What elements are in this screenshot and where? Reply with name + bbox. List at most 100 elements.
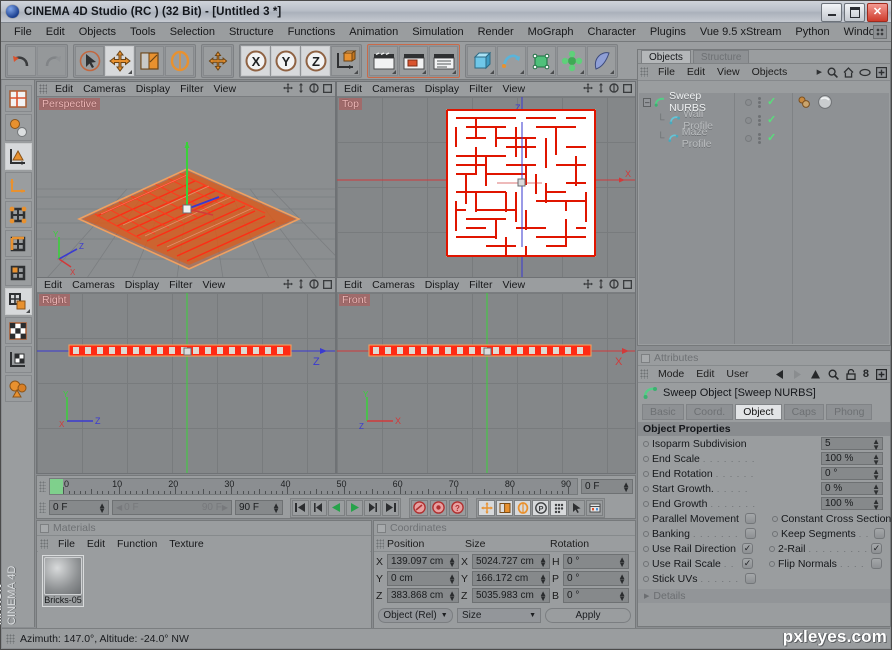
vp-menu-edit-front[interactable]: Edit [339,279,367,291]
rotation-field-p[interactable]: 0 ° ▲ ▼ [563,571,629,586]
vp-menu-edit-top[interactable]: Edit [339,83,367,95]
attr-tab-coord[interactable]: Coord. [685,404,734,420]
animate-toggle[interactable] [771,515,778,522]
vp-menu-view-right[interactable]: View [197,279,230,291]
menu-item-simulation[interactable]: Simulation [405,25,470,39]
world-axis-icon-left[interactable] [4,172,32,199]
vp-menu-edit-right[interactable]: Edit [39,279,67,291]
goto-end-button[interactable] [382,499,399,516]
materials-list[interactable]: Bricks-05 [38,551,370,628]
menu-item-character[interactable]: Character [581,25,643,39]
viewport-perspective[interactable]: Edit Cameras Display Filter View Perspec… [36,81,336,278]
current-frame-field[interactable]: 0 F ▲ ▼ [581,479,633,494]
materials-menu-texture[interactable]: Texture [163,538,209,550]
current-frame-marker[interactable] [50,479,63,494]
attr-tab-object[interactable]: Object [735,404,782,420]
autokey-icon[interactable] [411,499,428,516]
timeline-ruler[interactable]: 0 10 20 30 40 50 60 70 80 90 [49,478,578,495]
model-mode-icon[interactable] [4,85,32,112]
move-icon[interactable] [105,45,134,76]
materials-menu-file[interactable]: File [52,538,81,550]
up-arrow-icon[interactable] [810,369,821,380]
play-forward-button[interactable] [346,499,363,516]
attributes-tab[interactable]: Attributes [638,351,890,366]
rotate-icon[interactable] [165,45,194,76]
size-field-y[interactable]: 166.172 cm ▲ ▼ [472,571,550,586]
back-arrow-icon[interactable] [774,369,785,380]
animate-toggle[interactable] [643,455,649,462]
keyframe-selection-icon[interactable]: ? [449,499,466,516]
menu-item-plugins[interactable]: Plugins [643,25,693,39]
step-back-button[interactable] [310,499,327,516]
om-menu-file[interactable]: File [652,66,681,78]
vp-menu-view[interactable]: View [208,83,241,95]
render-settings-icon[interactable] [429,45,458,76]
animate-toggle[interactable] [643,515,649,522]
materials-menu-function[interactable]: Function [111,538,163,550]
undo-icon[interactable] [7,45,36,76]
enabled-check-icon[interactable]: ✓ [767,115,776,126]
animate-toggle[interactable] [643,440,649,447]
spline-icon[interactable] [497,45,526,76]
menu-overflow-icon[interactable]: ▶ [817,68,822,76]
menu-item-file[interactable]: File [7,25,39,39]
close-button[interactable]: ✕ [867,3,888,22]
panel-grip-icon-2[interactable] [39,502,46,513]
step-forward-button[interactable] [364,499,381,516]
visibility-editor-dot[interactable] [745,134,752,142]
property-value-field[interactable]: 100 % ▲ ▼ [821,497,883,511]
viewport-front[interactable]: Edit Cameras Display Filter View Front X… [336,277,636,474]
world-axis-icon[interactable] [203,45,232,76]
panel-grip-icon[interactable] [640,369,648,379]
phong-tag[interactable] [816,94,834,110]
panel-grip-icon[interactable] [40,538,48,549]
rotation-key-icon[interactable] [514,499,531,516]
bricks-material-tag[interactable] [797,95,813,109]
object-tree[interactable]: – Sweep NURBS └ Wall Profile └ Maze Profile ✓… [639,90,889,344]
render-region-icon[interactable] [399,45,428,76]
vp-menu-edit[interactable]: Edit [50,83,78,95]
object-world-axis-icon[interactable] [331,45,360,76]
point-key-icon[interactable] [568,499,585,516]
render-view-icon[interactable] [369,45,398,76]
vp-menu-filter-front[interactable]: Filter [464,279,497,291]
menu-item-vue-9-5-xstream[interactable]: Vue 9.5 xStream [693,25,789,39]
minimize-button[interactable] [821,3,842,22]
property-value-field[interactable]: 0 % ▲ ▼ [821,482,883,496]
material-item[interactable]: Bricks-05 [42,555,84,607]
viewport-solo-icon[interactable] [4,375,32,402]
panel-grip-icon[interactable] [640,67,648,77]
points-mode-icon[interactable] [4,201,32,228]
vp-menu-view-top[interactable]: View [497,83,530,95]
vp-menu-display-top[interactable]: Display [420,83,464,95]
materials-menu-edit[interactable]: Edit [81,538,111,550]
vp-menu-display[interactable]: Display [131,83,175,95]
panel-grip-icon[interactable] [39,481,46,492]
pla-key-icon[interactable] [550,499,567,516]
goto-start-button[interactable] [292,499,309,516]
materials-tab[interactable]: Materials [37,521,371,536]
edges-mode-icon[interactable] [4,230,32,257]
vp-menu-cameras-front[interactable]: Cameras [367,279,420,291]
property-value-field[interactable]: 0 ° ▲ ▼ [821,467,883,481]
property-value-field[interactable]: 5 ▲ ▼ [821,437,883,451]
menu-item-structure[interactable]: Structure [222,25,281,39]
property-checkbox[interactable] [744,513,756,524]
property-checkbox[interactable] [745,528,756,539]
property-checkbox[interactable] [871,558,882,569]
panel-grip-icon[interactable] [376,538,384,549]
object-axis-icon[interactable] [4,143,32,170]
attr-menu-mode[interactable]: Mode [652,368,690,380]
enabled-check-icon[interactable]: ✓ [767,133,776,144]
property-checkbox[interactable]: ✓ [871,543,883,554]
polygons-mode-icon[interactable] [4,259,32,286]
tab-objects[interactable]: Objects [641,50,691,63]
select-arrow-icon[interactable] [75,45,104,76]
play-backward-button[interactable] [328,499,345,516]
x-lock-icon[interactable]: X [241,45,270,76]
vp-menu-cameras[interactable]: Cameras [78,83,131,95]
vp-menu-filter-top[interactable]: Filter [464,83,497,95]
menu-item-render[interactable]: Render [471,25,521,39]
animate-toggle[interactable] [772,530,778,537]
size-field-x[interactable]: 5024.727 cm ▲ ▼ [472,554,550,569]
